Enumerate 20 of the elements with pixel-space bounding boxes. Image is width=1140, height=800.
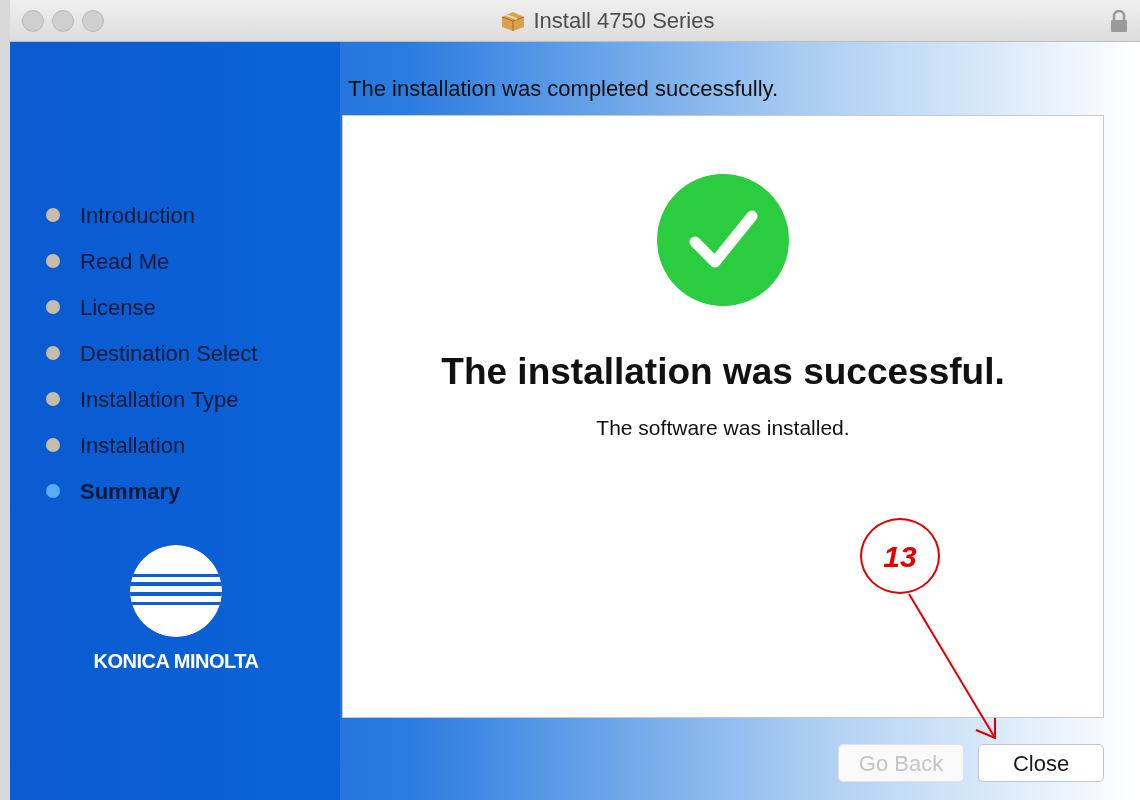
- dialog-button[interactable]: Close: [978, 744, 1104, 782]
- step-label: Read Me: [80, 247, 170, 276]
- step-label: License: [80, 293, 156, 322]
- checkmark-icon: [657, 174, 789, 306]
- window-control-button[interactable]: [52, 9, 74, 32]
- status-heading: The installation was completed successfully.: [347, 75, 779, 103]
- logo-globe-icon: [129, 544, 223, 638]
- window-title: Install 4750 Series: [533, 7, 715, 35]
- result-title: The installation was successful.: [441, 350, 1005, 394]
- step-label: Summary: [80, 477, 181, 506]
- step-label: Introduction: [80, 201, 195, 230]
- lock-icon: [1110, 9, 1128, 32]
- brand-logo-text: KONICA MINOLTA: [93, 649, 259, 674]
- step-label: Installation: [80, 431, 186, 460]
- step-label: Installation Type: [80, 385, 239, 414]
- window-control-button[interactable]: [22, 9, 44, 32]
- result-message: The software was installed.: [596, 414, 850, 441]
- step-label: Destination Select: [80, 339, 258, 368]
- package-icon: [499, 9, 526, 32]
- window-control-button[interactable]: [82, 9, 104, 32]
